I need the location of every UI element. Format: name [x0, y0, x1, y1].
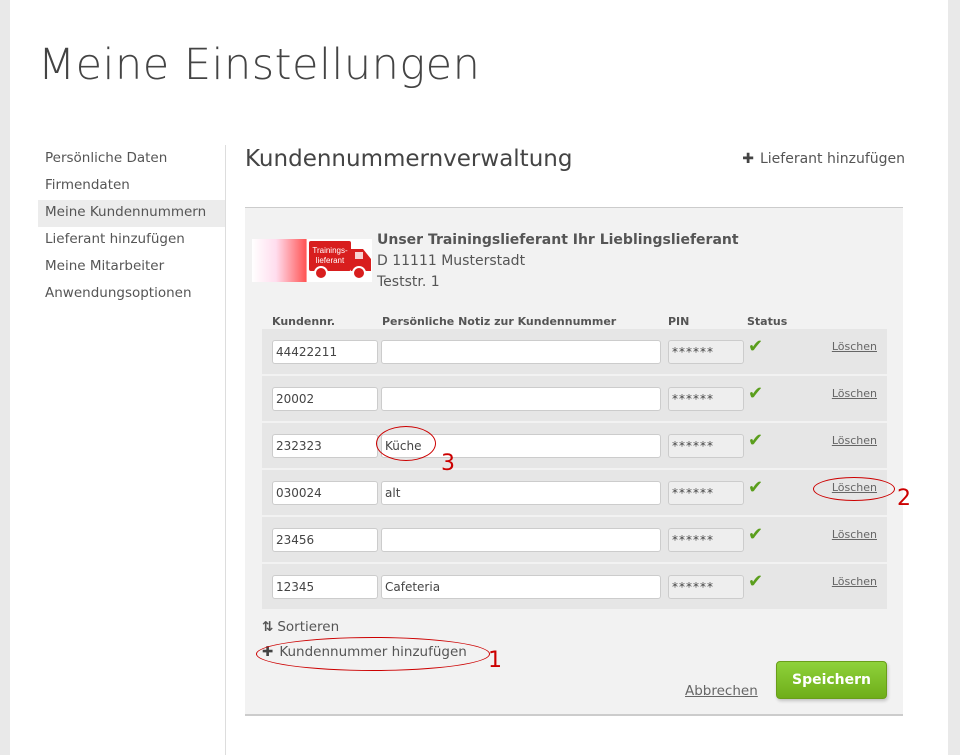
- annotation-number-1: 1: [488, 648, 502, 673]
- note-input[interactable]: [381, 340, 661, 364]
- pin-input[interactable]: ******: [668, 575, 744, 599]
- pin-input[interactable]: ******: [668, 528, 744, 552]
- delete-link[interactable]: Löschen: [832, 387, 877, 400]
- sidebar-item-add-supplier[interactable]: Lieferant hinzufügen: [38, 227, 225, 254]
- check-icon: ✔: [748, 383, 764, 404]
- customer-number-input[interactable]: 232323: [272, 434, 378, 458]
- check-icon: ✔: [748, 524, 764, 545]
- note-value: Küche: [385, 439, 422, 453]
- customer-number-value: 12345: [276, 580, 315, 594]
- plus-icon: ✚: [742, 151, 754, 167]
- supplier-street: Teststr. 1: [377, 274, 440, 290]
- col-number: Kundennr.: [272, 315, 336, 328]
- customer-number-input[interactable]: 20002: [272, 387, 378, 411]
- sort-link[interactable]: ⇅ Sortieren: [262, 619, 339, 635]
- delete-link[interactable]: Löschen: [832, 434, 877, 447]
- customer-number-input[interactable]: 12345: [272, 575, 378, 599]
- col-pin: PIN: [668, 315, 690, 328]
- svg-text:lieferant: lieferant: [316, 256, 345, 265]
- annotation-number-2: 2: [897, 486, 911, 511]
- svg-text:Trainings-: Trainings-: [312, 246, 348, 255]
- delete-link[interactable]: Löschen: [832, 481, 877, 494]
- check-icon: ✔: [748, 430, 764, 451]
- customer-number-value: 030024: [276, 486, 322, 500]
- pin-value: ******: [672, 533, 714, 547]
- table-row: 030024 alt ****** ✔ Löschen: [262, 470, 887, 515]
- note-input[interactable]: Cafeteria: [381, 575, 661, 599]
- pin-input[interactable]: ******: [668, 434, 744, 458]
- note-value: Cafeteria: [385, 580, 441, 594]
- cancel-link[interactable]: Abbrechen: [685, 683, 758, 699]
- pin-value: ******: [672, 486, 714, 500]
- sort-icon: ⇅: [262, 619, 274, 635]
- customer-number-input[interactable]: 030024: [272, 481, 378, 505]
- pin-value: ******: [672, 345, 714, 359]
- note-input[interactable]: [381, 528, 661, 552]
- supplier-city: D 11111 Musterstadt: [377, 253, 526, 269]
- add-supplier-link[interactable]: ✚ Lieferant hinzufügen: [742, 151, 905, 167]
- divider: [225, 145, 226, 755]
- pin-value: ******: [672, 580, 714, 594]
- delete-link[interactable]: Löschen: [832, 340, 877, 353]
- plus-icon: ✚: [262, 644, 274, 660]
- save-button[interactable]: Speichern: [776, 661, 887, 699]
- customer-number-value: 232323: [276, 439, 322, 453]
- table-row: 20002 ****** ✔ Löschen: [262, 376, 887, 421]
- supplier-panel: Trainings- lieferant Unser Trainingslief…: [245, 207, 903, 716]
- table-row: 232323 Küche ****** ✔ Löschen: [262, 423, 887, 468]
- customer-number-value: 44422211: [276, 345, 338, 359]
- note-value: alt: [385, 486, 401, 500]
- sidebar-item-personal[interactable]: Persönliche Daten: [38, 146, 225, 173]
- table-row: 23456 ****** ✔ Löschen: [262, 517, 887, 562]
- sidebar-item-options[interactable]: Anwendungsoptionen: [38, 281, 225, 308]
- delete-link[interactable]: Löschen: [832, 528, 877, 541]
- customer-number-input[interactable]: 23456: [272, 528, 378, 552]
- section-title: Kundennummernverwaltung: [245, 146, 573, 172]
- truck-icon: Trainings- lieferant: [309, 241, 371, 280]
- pin-input[interactable]: ******: [668, 481, 744, 505]
- annotation-number-3: 3: [441, 451, 455, 476]
- sidebar: Persönliche Daten Firmendaten Meine Kund…: [38, 146, 225, 308]
- col-note: Persönliche Notiz zur Kundennummer: [382, 315, 617, 328]
- note-input[interactable]: [381, 387, 661, 411]
- supplier-logo: Trainings- lieferant: [252, 239, 372, 282]
- check-icon: ✔: [748, 336, 764, 357]
- sidebar-item-customer-numbers[interactable]: Meine Kundennummern: [38, 200, 225, 227]
- add-customer-number-link[interactable]: ✚ Kundennummer hinzufügen: [262, 644, 467, 660]
- note-input[interactable]: Küche: [381, 434, 661, 458]
- sidebar-item-company[interactable]: Firmendaten: [38, 173, 225, 200]
- check-icon: ✔: [748, 571, 764, 592]
- supplier-info: Unser Trainingslieferant Ihr Lieblingsli…: [377, 230, 739, 293]
- note-input[interactable]: alt: [381, 481, 661, 505]
- page-title: Meine Einstellungen: [38, 40, 481, 90]
- sidebar-item-employees[interactable]: Meine Mitarbeiter: [38, 254, 225, 281]
- pin-value: ******: [672, 439, 714, 453]
- customer-number-value: 23456: [276, 533, 315, 547]
- pin-value: ******: [672, 392, 714, 406]
- customer-number-value: 20002: [276, 392, 315, 406]
- pin-input[interactable]: ******: [668, 387, 744, 411]
- table-row: 44422211 ****** ✔ Löschen: [262, 329, 887, 374]
- col-status: Status: [747, 315, 788, 328]
- check-icon: ✔: [748, 477, 764, 498]
- pin-input[interactable]: ******: [668, 340, 744, 364]
- delete-link[interactable]: Löschen: [832, 575, 877, 588]
- customer-number-input[interactable]: 44422211: [272, 340, 378, 364]
- supplier-name: Unser Trainingslieferant Ihr Lieblingsli…: [377, 232, 739, 248]
- table-row: 12345 Cafeteria ****** ✔ Löschen: [262, 564, 887, 609]
